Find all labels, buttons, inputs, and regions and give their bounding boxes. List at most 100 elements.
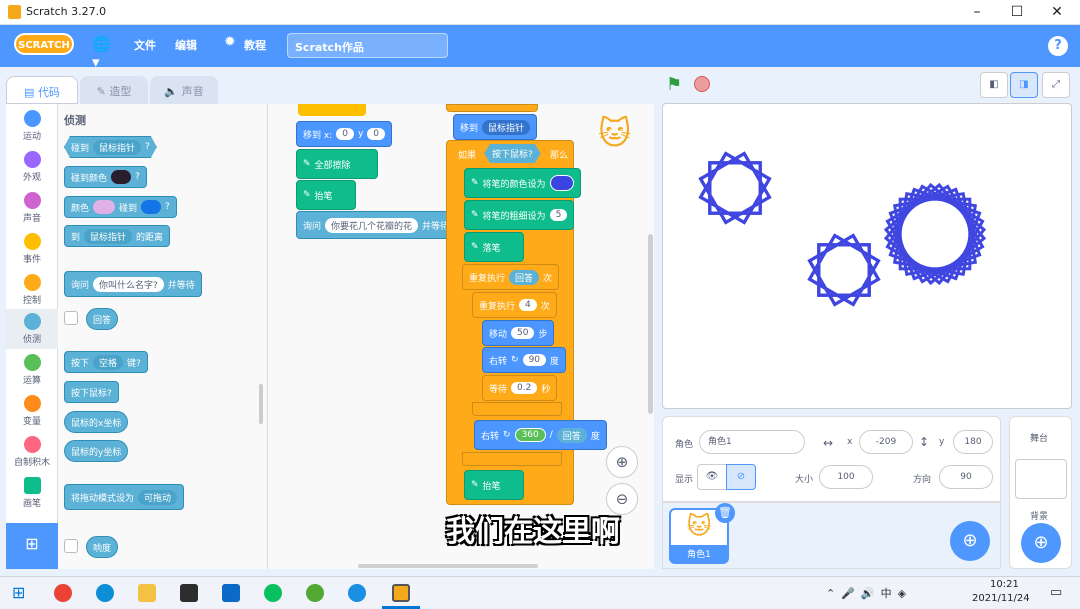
block-pen-down[interactable]: ✎ 落笔 <box>464 232 524 262</box>
block-mouse-y[interactable]: 鼠标的y坐标 <box>64 440 129 462</box>
code-vertical-scrollbar[interactable] <box>648 234 653 414</box>
minimize-button[interactable]: – <box>957 2 997 22</box>
clock-time[interactable]: 10:21 <box>990 579 1019 590</box>
code-horizontal-scrollbar[interactable] <box>358 564 538 568</box>
zoom-in-button[interactable]: ⊕ <box>606 446 638 478</box>
color-swatch-2[interactable] <box>141 200 162 214</box>
block-ask-custom[interactable]: 询问 你要花几个花瓣的花 并等待 <box>296 211 452 239</box>
scratch-logo[interactable]: SCRATCH <box>14 33 74 55</box>
block-ask-and-wait[interactable]: 询问 你叫什么名字? 并等待 <box>64 271 202 297</box>
show-label: 显示 <box>675 475 694 485</box>
maximize-button[interactable]: ☐ <box>997 2 1037 22</box>
block-answer[interactable]: 回答 <box>86 308 119 330</box>
block-set-pen-size[interactable]: ✎ 将笔的粗细设为 5 <box>464 200 575 230</box>
direction-input[interactable]: 90 <box>939 465 993 489</box>
block-touching-color[interactable]: 碰到颜色? <box>64 166 147 188</box>
stop-icon[interactable] <box>694 76 710 92</box>
block-clear[interactable]: ✎ 全部擦除 <box>296 149 378 179</box>
block-repeat-4[interactable]: 重复执行 4 次 <box>472 292 557 318</box>
store-icon[interactable] <box>180 584 198 602</box>
small-stage-button[interactable]: ◧ <box>980 72 1008 98</box>
scratch-taskbar-icon[interactable] <box>392 584 410 602</box>
block-color-touching-color[interactable]: 颜色 碰到? <box>64 196 177 218</box>
block-loudness[interactable]: 响度 <box>86 536 119 558</box>
category-control[interactable]: 控制 <box>6 274 58 306</box>
delete-sprite-icon[interactable]: 🗑 <box>715 503 735 523</box>
answer-checkbox[interactable] <box>64 311 78 325</box>
block-repeat-answer[interactable]: 重复执行 回答次 <box>462 264 560 290</box>
x-input[interactable]: -209 <box>859 430 913 454</box>
edge-icon[interactable] <box>96 584 114 602</box>
large-stage-button[interactable]: ◨ <box>1010 72 1038 98</box>
chrome-icon[interactable] <box>54 584 72 602</box>
hide-eye-icon[interactable]: ⊘ <box>726 464 756 490</box>
category-variables[interactable]: 变量 <box>6 395 58 427</box>
tab-code[interactable]: ▤ 代码 <box>6 76 78 104</box>
stage-canvas[interactable] <box>662 103 1072 409</box>
stage-pane-title: 舞台 <box>1030 434 1049 444</box>
green-flag-icon[interactable]: ⚑ <box>666 74 682 95</box>
category-pen[interactable]: 画笔 <box>6 477 58 509</box>
add-backdrop-button[interactable]: ⊕ <box>1021 523 1061 563</box>
system-tray-icons[interactable]: ⌃🎤🔊中◈ <box>826 585 912 601</box>
pen-icon: ✎ <box>303 190 311 200</box>
category-motion[interactable]: 运动 <box>6 110 58 142</box>
fullscreen-button[interactable]: ⤢ <box>1042 72 1070 98</box>
block-mouse-x[interactable]: 鼠标的x坐标 <box>64 411 129 433</box>
close-button[interactable]: ✕ <box>1037 2 1077 22</box>
add-extension-button[interactable]: ⊞ <box>6 523 58 569</box>
size-input[interactable]: 100 <box>819 465 873 489</box>
file-explorer-icon[interactable] <box>138 584 156 602</box>
help-icon[interactable]: ? <box>1048 36 1068 56</box>
color-swatch[interactable] <box>111 170 132 184</box>
color-swatch-1[interactable] <box>93 200 116 214</box>
tutorials-bulb-icon[interactable]: ✹ <box>224 34 236 50</box>
wechat-icon[interactable] <box>264 584 282 602</box>
tab-costumes[interactable]: ✎ 造型 <box>80 76 148 104</box>
category-sensing[interactable]: 侦测 <box>6 309 58 349</box>
block-key-pressed[interactable]: 按下 空格 键? <box>64 351 148 373</box>
if-condition-mouse-down[interactable]: 按下鼠标? <box>484 144 541 163</box>
menu-edit[interactable]: 编辑 <box>175 37 197 53</box>
language-globe-icon[interactable]: 🌐▾ <box>92 35 118 71</box>
block-goto-xy[interactable]: 移到 x: 0 y 0 <box>296 121 393 147</box>
stage-thumbnail[interactable] <box>1015 459 1067 499</box>
category-my-blocks[interactable]: 自制积木 <box>6 436 58 468</box>
block-turn-right-divide[interactable]: 右转 ↻ 360/回答度 <box>474 420 607 450</box>
category-operators[interactable]: 运算 <box>6 354 58 386</box>
windows-start-icon[interactable]: ⊞ <box>12 584 30 602</box>
block-pen-up-right[interactable]: ✎ 抬笔 <box>464 470 524 500</box>
ie-icon[interactable] <box>306 584 324 602</box>
meeting-app-icon[interactable] <box>348 584 366 602</box>
block-distance-to[interactable]: 到鼠标指针 的距离 <box>64 225 171 247</box>
block-event-partial[interactable] <box>298 104 366 116</box>
loudness-checkbox[interactable] <box>64 539 78 553</box>
block-wait[interactable]: 等待 0.2 秒 <box>482 375 558 401</box>
block-pen-up-left[interactable]: ✎ 抬笔 <box>296 180 356 210</box>
block-move[interactable]: 移动 50 步 <box>482 320 555 346</box>
windows-taskbar: ⊞ ⌃🎤🔊中◈ 10:21 2021/11/24 ▭ <box>0 576 1080 609</box>
tab-sounds[interactable]: 🔈 声音 <box>150 76 218 104</box>
clock-date[interactable]: 2021/11/24 <box>972 593 1030 604</box>
notification-icon[interactable]: ▭ <box>1050 585 1062 600</box>
sprite-name-input[interactable]: 角色1 <box>699 430 805 454</box>
block-turn-right[interactable]: 右转 ↻ 90 度 <box>482 347 567 373</box>
palette-scrollbar[interactable] <box>259 384 263 424</box>
block-set-drag-mode[interactable]: 将拖动模式设为 可拖动 <box>64 484 185 510</box>
block-set-pen-color[interactable]: ✎ 将笔的颜色设为 <box>464 168 581 198</box>
mail-icon[interactable] <box>222 584 240 602</box>
add-sprite-button[interactable]: ⊕ <box>950 521 990 561</box>
menu-file[interactable]: 文件 <box>134 37 156 53</box>
category-events[interactable]: 事件 <box>6 233 58 265</box>
pen-color-swatch[interactable] <box>549 175 574 191</box>
block-goto[interactable]: 移到 鼠标指针 <box>453 114 538 140</box>
category-sound[interactable]: 声音 <box>6 192 58 224</box>
category-looks[interactable]: 外观 <box>6 151 58 183</box>
menu-tutorials[interactable]: 教程 <box>244 37 266 53</box>
project-title-input[interactable]: Scratch作品 <box>287 33 448 58</box>
block-mouse-down[interactable]: 按下鼠标? <box>64 381 119 403</box>
rotate-clockwise-icon: ↻ <box>511 355 519 365</box>
block-touching[interactable]: 碰到 鼠标指针? <box>64 136 157 158</box>
y-input[interactable]: 180 <box>953 430 993 454</box>
show-eye-icon[interactable]: 👁 <box>697 464 727 490</box>
